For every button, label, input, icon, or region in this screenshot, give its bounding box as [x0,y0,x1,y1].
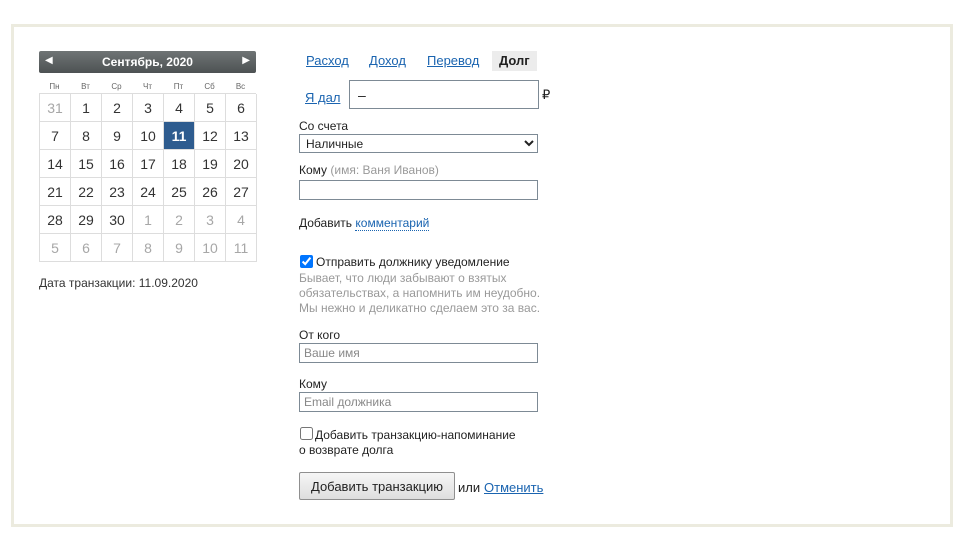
weekday-label: Вт [81,82,90,91]
weekday-label: Ср [111,82,122,91]
to-label: Кому (имя: Ваня Иванов) [299,163,439,177]
to-hint: (имя: Ваня Иванов) [330,163,439,177]
transaction-date: Дата транзакции: 11.09.2020 [39,276,198,290]
add-comment-link[interactable]: комментарий [355,216,430,231]
calendar-day[interactable]: 19 [195,150,226,178]
calendar-day[interactable]: 6 [71,234,102,262]
amount-input[interactable] [349,80,539,109]
recipient-label: Кому [299,377,328,391]
add-comment-prefix: Добавить [299,216,353,230]
calendar-day[interactable]: 16 [102,150,133,178]
calendar-month-title: Сентябрь, 2020 [102,55,193,69]
from-account-select[interactable]: Наличные [299,134,538,153]
notify-note-line: Мы нежно и деликатно сделаем это за вас. [299,301,541,315]
add-transaction-button[interactable]: Добавить транзакцию [299,472,455,500]
notify-note-line: обязательствах, а напомнить им неудобно. [299,286,541,300]
tab-transfer[interactable]: Перевод [427,53,479,68]
calendar-day[interactable]: 22 [71,178,102,206]
reminder-label-line1: Добавить транзакцию-напоминание [315,428,516,442]
weekday-label: Пт [173,82,184,91]
calendar-day[interactable]: 7 [102,234,133,262]
currency-symbol: ₽ [542,87,551,102]
calendar-day[interactable]: 5 [40,234,71,262]
add-comment-row: Добавить комментарий [299,216,430,231]
calendar-header: ◀ Сентябрь, 2020 ▶ [39,51,256,73]
notify-debtor-checkbox[interactable] [300,255,313,268]
calendar-day[interactable]: 23 [102,178,133,206]
calendar-day-selected[interactable]: 11 [164,122,195,150]
calendar-day[interactable]: 3 [195,206,226,234]
weekday-label: Пн [49,82,60,91]
calendar-day[interactable]: 29 [71,206,102,234]
debtor-email-input[interactable] [299,392,538,412]
from-name-label: От кого [299,328,341,342]
calendar-day[interactable]: 6 [226,94,257,122]
calendar: ◀ Сентябрь, 2020 ▶ Пн Вт Ср Чт Пт Сб Вс … [39,51,257,262]
calendar-day[interactable]: 5 [195,94,226,122]
calendar-day[interactable]: 10 [133,122,164,150]
direction-link[interactable]: Я дал [305,90,340,105]
calendar-day[interactable]: 4 [164,94,195,122]
calendar-day[interactable]: 8 [71,122,102,150]
calendar-day[interactable]: 17 [133,150,164,178]
tab-income[interactable]: Доход [369,53,406,68]
calendar-day[interactable]: 2 [102,94,133,122]
calendar-day[interactable]: 28 [40,206,71,234]
calendar-day[interactable]: 21 [40,178,71,206]
notify-note-line: Бывает, что люди забывают о взятых [299,271,507,285]
to-input[interactable] [299,180,538,200]
weekday-header: Пн Вт Ср Чт Пт Сб Вс [39,82,256,91]
tab-expense[interactable]: Расход [306,53,349,68]
weekday-label: Вс [235,82,246,91]
calendar-day[interactable]: 26 [195,178,226,206]
calendar-day[interactable]: 9 [164,234,195,262]
cancel-link[interactable]: Отменить [484,480,543,495]
calendar-day[interactable]: 12 [195,122,226,150]
calendar-day[interactable]: 3 [133,94,164,122]
or-text: или [458,480,481,495]
sender-name-input[interactable] [299,343,538,363]
calendar-day[interactable]: 7 [40,122,71,150]
calendar-day[interactable]: 9 [102,122,133,150]
tab-debt[interactable]: Долг [492,51,537,71]
calendar-days-grid: 31 1 2 3 4 5 6 7 8 9 10 11 12 13 14 15 16 17 18 19 20 21 22 23 2… [39,93,257,262]
calendar-day[interactable]: 15 [71,150,102,178]
calendar-day[interactable]: 31 [40,94,71,122]
calendar-day[interactable]: 25 [164,178,195,206]
calendar-day[interactable]: 30 [102,206,133,234]
to-label-text: Кому [299,163,328,177]
next-month-icon[interactable]: ▶ [242,55,250,66]
calendar-day[interactable]: 2 [164,206,195,234]
weekday-label: Сб [204,82,215,91]
calendar-day[interactable]: 27 [226,178,257,206]
calendar-day[interactable]: 10 [195,234,226,262]
calendar-day[interactable]: 1 [133,206,164,234]
weekday-label: Чт [143,82,152,91]
calendar-day[interactable]: 14 [40,150,71,178]
calendar-day[interactable]: 24 [133,178,164,206]
from-account-label: Со счета [299,119,349,133]
calendar-day[interactable]: 20 [226,150,257,178]
calendar-day[interactable]: 8 [133,234,164,262]
reminder-label-line2: о возврате долга [299,443,394,457]
calendar-day[interactable]: 13 [226,122,257,150]
calendar-day[interactable]: 18 [164,150,195,178]
calendar-day[interactable]: 11 [226,234,257,262]
calendar-day[interactable]: 1 [71,94,102,122]
calendar-day[interactable]: 4 [226,206,257,234]
notify-note: Бывает, что люди забывают о взятых обяза… [299,271,569,316]
notify-debtor-label: Отправить должнику уведомление [316,255,510,269]
reminder-transaction-checkbox[interactable] [300,427,313,440]
